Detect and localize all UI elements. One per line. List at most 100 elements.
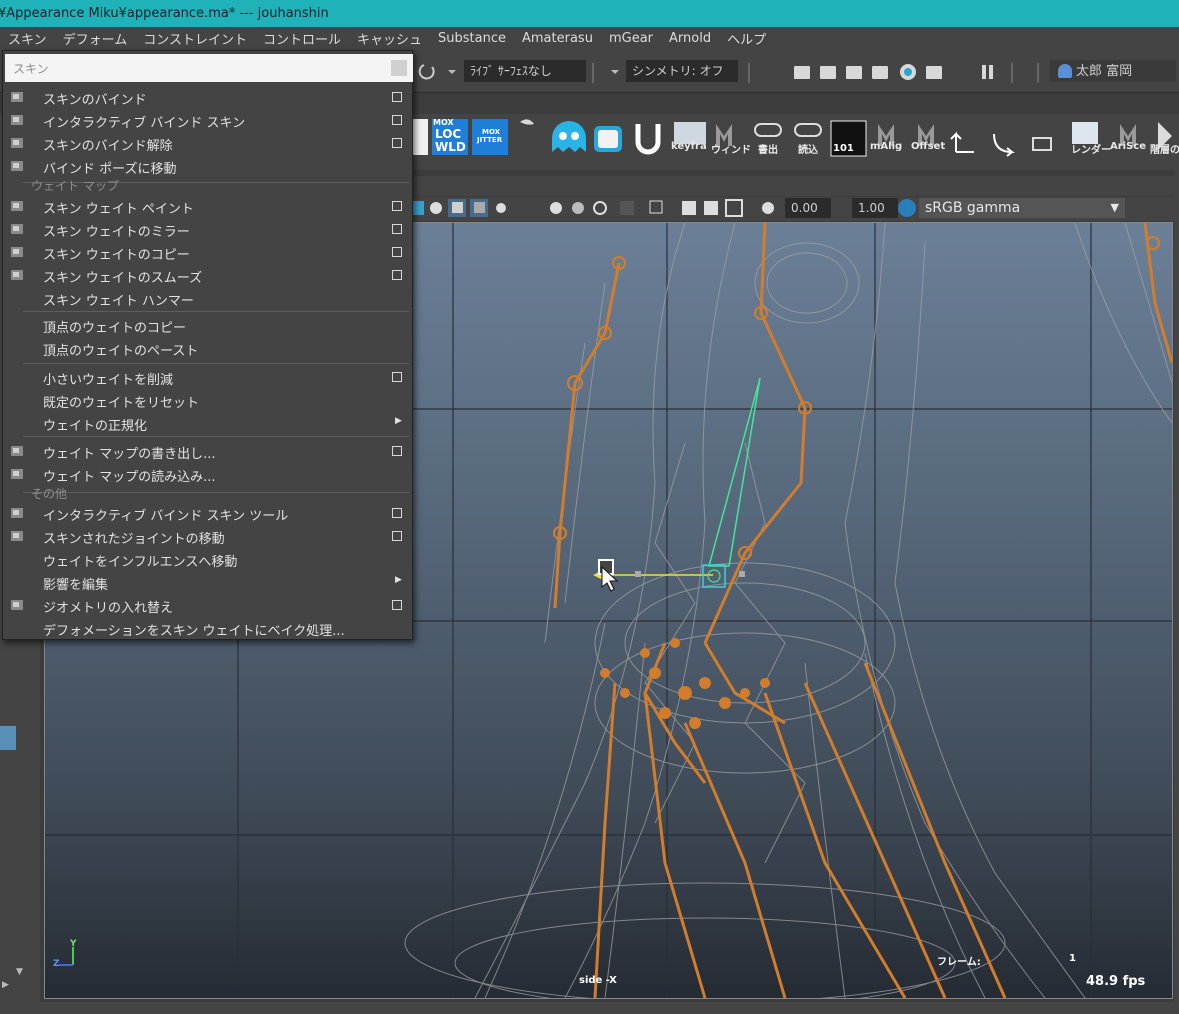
fps-counter: 48.9 fps (1086, 974, 1146, 989)
menu-item-label: 頂点のウェイトのペースト (43, 344, 199, 359)
menu-item-label: スキン ウェイト ペイント (43, 202, 194, 217)
option-box-icon[interactable] (392, 600, 402, 610)
menu-item-label: ウェイトをインフルエンスへ移動 (43, 555, 238, 570)
interactive-tool-icon (9, 506, 25, 520)
shelf-label-hierarchy[interactable]: 階層の (1150, 141, 1179, 156)
menu-item-label: スキンのバインド (43, 93, 147, 108)
menu-item-label: スキン ウェイトのミラー (43, 225, 190, 240)
menu-search-field[interactable]: スキン (5, 54, 413, 82)
option-box-icon[interactable] (392, 224, 402, 234)
mirror-weights-icon (9, 222, 25, 236)
menu-item[interactable]: スキンのバインド解除 (3, 132, 412, 155)
menu-separator (23, 311, 409, 312)
menu-item[interactable]: 既定のウェイトをリセット (3, 389, 412, 412)
menu-0[interactable]: スキン (0, 29, 55, 48)
menu-separator (23, 436, 409, 437)
menu-item-label: インタラクティブ バインド スキン (43, 116, 246, 131)
menu-item-label: バインド ポーズに移動 (43, 162, 177, 177)
menu-item-label: スキン ウェイト ハンマー (43, 294, 194, 309)
menu-item[interactable]: インタラクティブ バインド スキン ツール (3, 502, 412, 525)
search-clear-icon[interactable] (391, 60, 407, 76)
move-joint-icon (9, 529, 25, 543)
menu-item-label: スキン ウェイトのコピー (43, 248, 190, 263)
option-box-icon[interactable] (392, 92, 402, 102)
user-account-button[interactable]: 太郎 富岡 (1050, 60, 1176, 82)
menu-item[interactable]: スキンされたジョイントの移動 (3, 525, 412, 548)
shelf-label-import[interactable]: 読込 (798, 141, 818, 156)
menu-item[interactable]: ジオメトリの入れ替え (3, 594, 412, 617)
frame-label: フレーム: (937, 957, 981, 968)
export-map-icon (9, 444, 25, 458)
option-box-icon[interactable] (392, 201, 402, 211)
menu-item[interactable]: スキン ウェイトのコピー (3, 241, 412, 264)
shelf-label-malign[interactable]: mAlig (870, 141, 902, 152)
menu-2[interactable]: コンストレイント (135, 29, 255, 48)
menu-item[interactable]: スキン ウェイト ペイント (3, 195, 412, 218)
menu-item[interactable]: 頂点のウェイトのペースト (3, 337, 412, 360)
menu-item[interactable]: ウェイト マップの読み込み... (3, 463, 412, 486)
menu-item[interactable]: スキン ウェイト ハンマー (3, 287, 412, 310)
option-box-icon[interactable] (392, 508, 402, 518)
axis-y-label: Y (70, 939, 77, 949)
menu-6[interactable]: Amaterasu (514, 31, 601, 46)
menu-item-label: 既定のウェイトをリセット (43, 396, 200, 411)
toolbox-expand-icon[interactable]: ▼ (16, 967, 23, 977)
replace-geometry-icon (9, 598, 25, 612)
shelf-tex-jitter: JITTER (477, 136, 503, 144)
interactive-bind-icon (9, 113, 25, 127)
option-box-icon[interactable] (392, 446, 402, 456)
menu-1[interactable]: デフォーム (55, 29, 136, 48)
toolbox-arrow-icon[interactable]: ▶ (2, 980, 9, 990)
option-box-icon[interactable] (392, 270, 402, 280)
option-box-icon[interactable] (392, 372, 402, 382)
shelf-label-render[interactable]: レンダー (1071, 141, 1111, 156)
menu-item[interactable]: スキン ウェイトのスムーズ (3, 264, 412, 287)
menu-item[interactable]: 小さいウェイトを削減 (3, 366, 412, 389)
unbind-skin-icon (9, 136, 25, 150)
option-box-icon[interactable] (392, 115, 402, 125)
shelf-label-window[interactable]: ウィンド (711, 141, 751, 156)
menu-9[interactable]: ヘルプ (719, 29, 774, 48)
shelf-label-offset[interactable]: Offset (911, 141, 945, 152)
symmetry-field[interactable]: シンメトリ: オフ (626, 60, 738, 82)
submenu-arrow-icon: ▶ (395, 416, 402, 426)
exposure-field[interactable]: 0.00 (785, 198, 831, 218)
paint-weights-icon (9, 199, 25, 213)
live-surface-field[interactable]: ﾗｲﾌﾞ ｻｰﾌｪｽなし (464, 60, 586, 82)
menu-7[interactable]: mGear (601, 31, 661, 46)
menu-4[interactable]: キャッシュ (349, 29, 430, 48)
layout-button[interactable] (0, 726, 16, 750)
shelf-tex-101: 101 (833, 143, 854, 154)
user-name: 太郎 富岡 (1076, 64, 1133, 79)
menu-item[interactable]: 影響を編集 ▶ (3, 571, 412, 594)
option-box-icon[interactable] (392, 247, 402, 257)
option-box-icon[interactable] (392, 531, 402, 541)
section-header-other: その他 (31, 487, 68, 501)
mesh-wireframe (404, 223, 1172, 998)
menu-8[interactable]: Arnold (661, 31, 719, 46)
menu-item[interactable]: ウェイトをインフルエンスへ移動 (3, 548, 412, 571)
menu-item[interactable]: 頂点のウェイトのコピー (3, 314, 412, 337)
menu-item[interactable]: スキン ウェイトのミラー (3, 218, 412, 241)
menu-5[interactable]: Substance (430, 31, 514, 46)
menu-item-label: 頂点のウェイトのコピー (43, 321, 187, 336)
shelf-label-export[interactable]: 書出 (758, 141, 778, 156)
menu-item-label: インタラクティブ バインド スキン ツール (43, 509, 289, 524)
menu-item[interactable]: スキンのバインド (3, 86, 412, 109)
gamma-field[interactable]: 1.00 (852, 198, 898, 218)
option-box-icon[interactable] (392, 138, 402, 148)
menu-item[interactable]: ウェイトの正規化 ▶ (3, 412, 412, 435)
menu-item[interactable]: バインド ポーズに移動 (3, 155, 412, 178)
menu-item-label: 小さいウェイトを削減 (43, 373, 174, 388)
shelf-label-keyframe[interactable]: keyfra (671, 141, 707, 152)
menu-item[interactable]: デフォメーションをスキン ウェイトにベイク処理... (3, 617, 412, 640)
shelf-label-arisce[interactable]: AriSce (1110, 141, 1146, 152)
color-management-icon[interactable] (898, 199, 916, 217)
shelf-tex-wld: WLD (435, 140, 466, 154)
color-space-dropdown[interactable]: sRGB gamma ▼ (919, 198, 1125, 218)
menu-item-label: ウェイトの正規化 (43, 419, 148, 434)
menu-item[interactable]: インタラクティブ バインド スキン (3, 109, 412, 132)
menu-item[interactable]: ウェイト マップの書き出し... (3, 440, 412, 463)
shelf-tex-mox-2: MOX (482, 128, 501, 136)
menu-3[interactable]: コントロール (255, 29, 349, 48)
